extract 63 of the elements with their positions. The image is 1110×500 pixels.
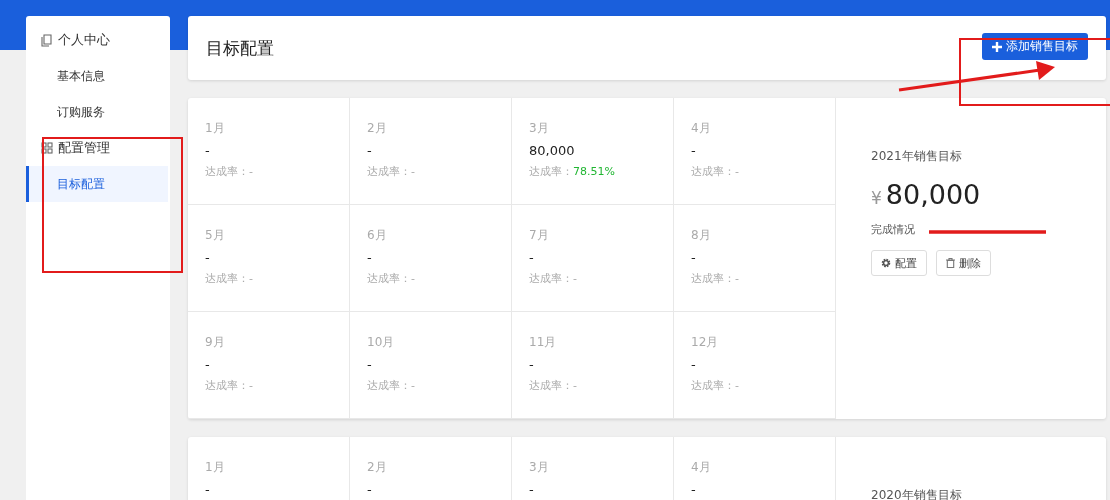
month-value: -	[529, 482, 535, 497]
sidebar-item[interactable]: 订购服务	[26, 94, 170, 130]
add-target-button[interactable]: 添加销售目标	[982, 33, 1088, 60]
achievement-rate: 达成率：-	[529, 378, 578, 393]
month-value: -	[367, 357, 373, 372]
grid-icon	[41, 142, 53, 154]
month-value: -	[529, 357, 535, 372]
sidebar-item[interactable]: 目标配置	[26, 166, 168, 202]
month-label: 3月	[529, 120, 550, 137]
month-value: -	[691, 143, 697, 158]
delete-button[interactable]: 删除	[936, 250, 991, 276]
progress-label: 完成情况	[871, 222, 915, 237]
month-value: -	[367, 250, 373, 265]
achievement-rate: 达成率：-	[367, 271, 416, 286]
page-title: 目标配置	[206, 36, 274, 60]
month-label: 6月	[367, 227, 388, 244]
achievement-rate: 达成率：-	[205, 164, 254, 179]
month-value: -	[691, 482, 697, 497]
target-amount: 80,000	[885, 179, 981, 210]
achievement-rate: 达成率：78.51%	[529, 164, 616, 179]
month-label: 9月	[205, 334, 226, 351]
gear-icon	[881, 258, 891, 268]
config-button[interactable]: 配置	[871, 250, 927, 276]
month-value: -	[367, 143, 373, 158]
month-value: -	[367, 482, 373, 497]
month-value: -	[205, 482, 211, 497]
target-title: 2021年销售目标	[871, 148, 963, 165]
month-label: 4月	[691, 459, 712, 476]
month-value: -	[691, 357, 697, 372]
month-value: -	[205, 357, 211, 372]
month-label: 2月	[367, 120, 388, 137]
document-icon	[41, 33, 53, 47]
sidebar-group-label[interactable]: 配置管理	[58, 139, 110, 157]
month-label: 7月	[529, 227, 550, 244]
month-label: 1月	[205, 459, 226, 476]
trash-icon	[946, 258, 955, 268]
month-label: 8月	[691, 227, 712, 244]
target-title: 2020年销售目标	[871, 487, 963, 500]
achievement-rate: 达成率：-	[529, 271, 578, 286]
achievement-rate: 达成率：-	[691, 378, 740, 393]
sidebar-item[interactable]: 基本信息	[26, 58, 170, 94]
achievement-rate: 达成率：-	[367, 378, 416, 393]
plus-icon	[992, 41, 1002, 52]
achievement-rate: 达成率：-	[691, 164, 740, 179]
month-label: 5月	[205, 227, 226, 244]
currency-symbol: ¥	[871, 188, 882, 208]
achievement-rate: 达成率：-	[205, 378, 254, 393]
month-label: 12月	[691, 334, 720, 351]
month-label: 1月	[205, 120, 226, 137]
month-value: -	[529, 250, 535, 265]
month-label: 10月	[367, 334, 396, 351]
month-value: -	[205, 250, 211, 265]
month-label: 4月	[691, 120, 712, 137]
month-value: 80,000	[529, 143, 576, 158]
month-value: -	[691, 250, 697, 265]
achievement-rate: 达成率：-	[367, 164, 416, 179]
month-label: 11月	[529, 334, 558, 351]
month-label: 2月	[367, 459, 388, 476]
achievement-rate: 达成率：-	[691, 271, 740, 286]
sidebar-group-label[interactable]: 个人中心	[58, 31, 110, 49]
month-value: -	[205, 143, 211, 158]
achievement-rate: 达成率：-	[205, 271, 254, 286]
month-label: 3月	[529, 459, 550, 476]
